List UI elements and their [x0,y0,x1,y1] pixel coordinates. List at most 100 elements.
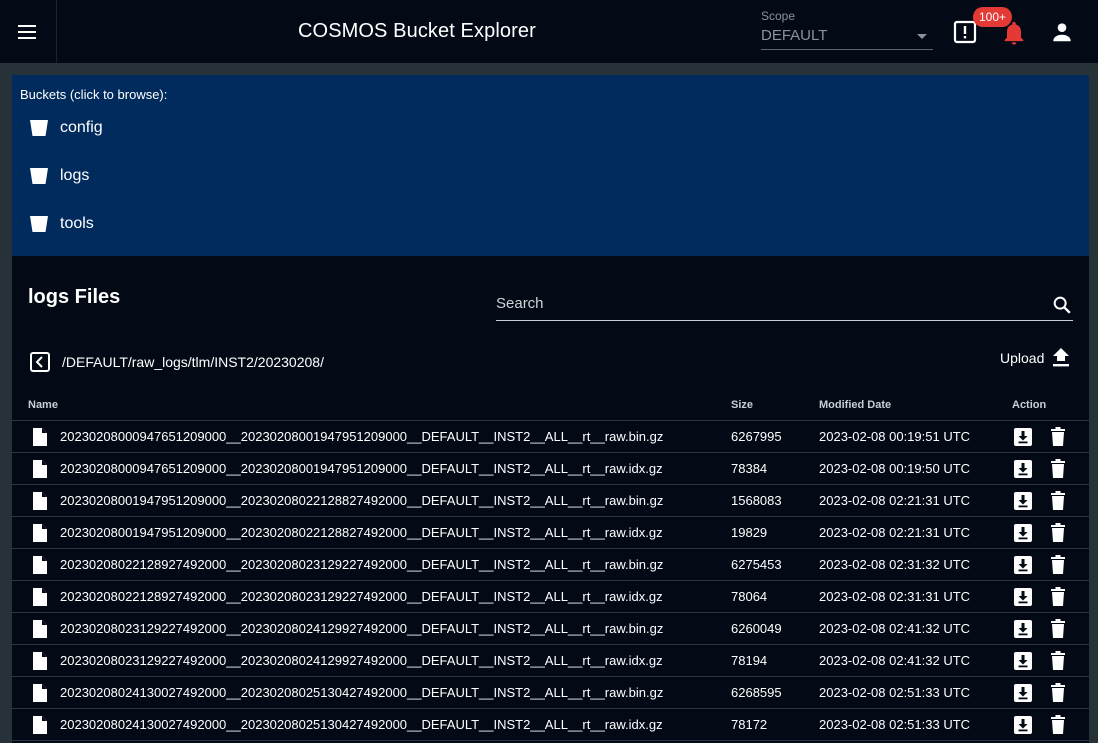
account-icon [1053,23,1071,42]
delete-icon[interactable] [1050,459,1066,484]
file-name: 20230208023129227492000__202302080241299… [60,653,663,668]
upload-icon [1053,348,1070,367]
file-modified-date: 2023-02-08 02:31:32 UTC [819,557,971,572]
file-size: 78384 [731,461,768,476]
menu-button[interactable] [0,0,57,63]
bucket-icon [30,216,48,232]
delete-icon[interactable] [1050,587,1066,612]
files-panel: logs Files Search /DEFAULT/raw_logs/tlm/… [12,256,1089,743]
delete-icon[interactable] [1050,523,1066,548]
file-name: 20230208022128927492000__202302080231292… [60,557,664,572]
column-header-action: Action [1012,399,1047,411]
delete-icon[interactable] [1050,651,1066,676]
file-icon [32,715,48,740]
file-modified-date: 2023-02-08 02:41:32 UTC [819,621,971,636]
menu-icon [18,24,36,39]
buckets-panel: Buckets (click to browse): config logs t… [12,75,1089,256]
file-name: 20230208024130027492000__202302080251304… [60,717,663,732]
file-name: 20230208024130027492000__202302080251304… [60,685,664,700]
file-modified-date: 2023-02-08 02:51:33 UTC [819,717,971,732]
bucket-icon [30,120,48,136]
scope-select[interactable]: Scope DEFAULT [761,8,933,50]
notifications-badge: 100+ [973,7,1013,27]
file-size: 6260049 [731,621,782,636]
file-size: 6267995 [731,429,782,444]
bucket-icon [30,168,48,184]
file-icon [32,491,48,516]
file-name: 20230208001947951209000__202302080221288… [60,525,663,540]
bucket-label: tools [60,215,94,232]
table-row[interactable]: 20230208001947951209000__202302080221288… [12,485,1089,517]
table-row[interactable]: 20230208000947651209000__202302080019479… [12,421,1089,453]
bucket-item-config[interactable]: config [30,114,330,142]
upload-label: Upload [1000,350,1045,366]
file-name: 20230208000947651209000__202302080019479… [60,461,663,476]
file-icon [32,587,48,612]
file-size: 78172 [731,717,768,732]
download-icon[interactable] [1013,619,1033,644]
file-size: 6268595 [731,685,782,700]
delete-icon[interactable] [1050,715,1066,740]
app-bar: COSMOS Bucket Explorer Scope DEFAULT 100… [0,0,1098,63]
user-button[interactable] [1049,19,1075,45]
delete-icon[interactable] [1050,491,1066,516]
current-path: /DEFAULT/raw_logs/tlm/INST2/20230208/ [62,354,324,370]
file-modified-date: 2023-02-08 02:21:31 UTC [819,525,971,540]
table-row[interactable]: 20230208023129227492000__202302080241299… [12,645,1089,677]
table-row[interactable]: 20230208022128927492000__202302080231292… [12,549,1089,581]
search-label: Search [496,295,544,312]
download-icon[interactable] [1013,523,1033,548]
file-name: 20230208000947651209000__202302080019479… [60,429,664,444]
download-icon[interactable] [1013,427,1033,452]
bucket-item-logs[interactable]: logs [30,162,330,190]
delete-icon[interactable] [1050,683,1066,708]
file-modified-date: 2023-02-08 02:41:32 UTC [819,653,971,668]
column-header-modified[interactable]: Modified Date [819,399,891,411]
scope-label: Scope [761,9,796,23]
file-icon [32,523,48,548]
file-modified-date: 2023-02-08 02:31:31 UTC [819,589,971,604]
delete-icon[interactable] [1050,427,1066,452]
file-name: 20230208022128927492000__202302080231292… [60,589,663,604]
download-icon[interactable] [1013,683,1033,708]
file-icon [32,427,48,452]
search-input[interactable]: Search [496,290,1073,321]
path-breadcrumb: /DEFAULT/raw_logs/tlm/INST2/20230208/ [30,352,324,372]
file-size: 1568083 [731,493,782,508]
delete-icon[interactable] [1050,619,1066,644]
search-icon[interactable] [1051,294,1073,316]
file-modified-date: 2023-02-08 02:51:33 UTC [819,685,971,700]
file-icon [32,683,48,708]
file-icon [32,651,48,676]
file-size: 19829 [731,525,768,540]
table-row[interactable]: 20230208024130027492000__202302080251304… [12,677,1089,709]
chevron-down-icon [917,34,927,39]
table-row[interactable]: 20230208001947951209000__202302080221288… [12,517,1089,549]
file-modified-date: 2023-02-08 00:19:51 UTC [819,429,971,444]
download-icon[interactable] [1013,587,1033,612]
table-row[interactable]: 20230208023129227492000__202302080241299… [12,613,1089,645]
download-icon[interactable] [1013,491,1033,516]
download-icon[interactable] [1013,715,1033,740]
column-header-size[interactable]: Size [731,399,753,411]
table-row[interactable]: 20230208022128927492000__202302080231292… [12,581,1089,613]
file-icon [32,555,48,580]
file-size: 78064 [731,589,768,604]
back-icon[interactable] [30,352,50,372]
download-icon[interactable] [1013,459,1033,484]
files-title: logs Files [28,286,121,308]
download-icon[interactable] [1013,651,1033,676]
file-table-body: 20230208000947651209000__202302080019479… [12,421,1089,741]
delete-icon[interactable] [1050,555,1066,580]
file-icon [32,459,48,484]
table-header: Name Size Modified Date Action [12,396,1089,421]
bucket-item-tools[interactable]: tools [30,210,330,238]
table-row[interactable]: 20230208000947651209000__202302080019479… [12,453,1089,485]
scope-value: DEFAULT [761,27,828,44]
download-icon[interactable] [1013,555,1033,580]
table-row[interactable]: 20230208024130027492000__202302080251304… [12,709,1089,741]
bucket-label: config [60,119,103,136]
column-header-name[interactable]: Name [28,399,58,411]
file-modified-date: 2023-02-08 02:21:31 UTC [819,493,971,508]
upload-button[interactable]: Upload [1000,348,1070,368]
